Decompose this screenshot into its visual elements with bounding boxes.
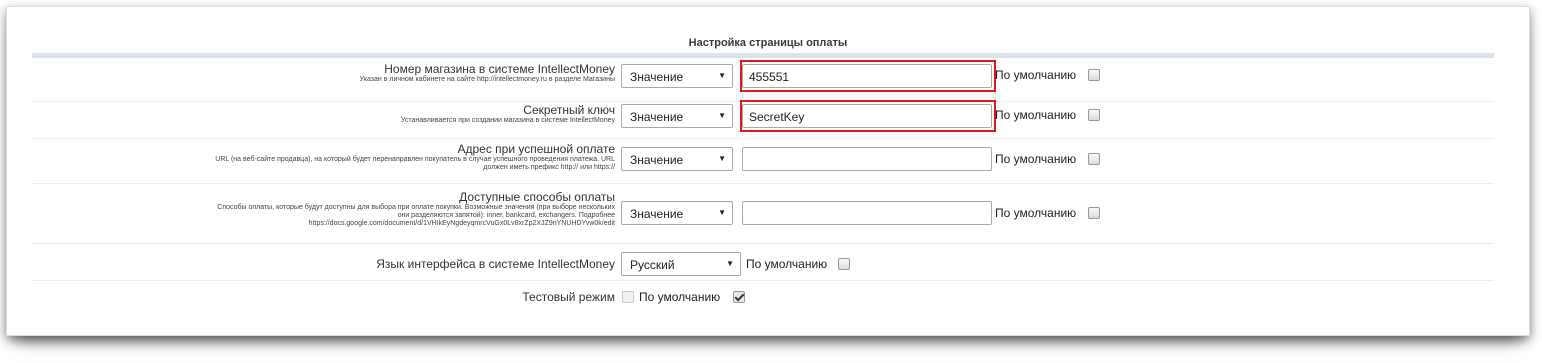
payment-methods-select[interactable]: Значение ▼ [621, 201, 733, 225]
section-title-divider [32, 53, 1494, 58]
secret-key-select-value: Значение [630, 110, 684, 124]
chevron-down-icon: ▼ [718, 71, 726, 80]
language-default-checkbox[interactable] [838, 258, 850, 270]
secret-key-select[interactable]: Значение ▼ [621, 104, 733, 128]
test-mode-label-block: Тестовый режим [522, 291, 615, 304]
shop-id-highlight-frame [740, 60, 996, 92]
secret-key-default-checkbox[interactable] [1088, 109, 1100, 121]
payment-methods-label-block: Доступные способы оплаты Способы оплаты,… [217, 191, 615, 228]
success-url-description-line-1: URL (на веб-сайте продавца), на который … [215, 156, 615, 163]
test-mode-checkbox[interactable] [622, 291, 634, 303]
section-title: Настройка страницы оплаты [688, 37, 848, 49]
row-divider [32, 280, 1494, 281]
test-mode-default-checkbox[interactable] [733, 291, 745, 303]
payment-methods-default-label: По умолчанию [995, 206, 1077, 220]
row-divider [32, 183, 1494, 184]
success-url-label-block: Адрес при успешной оплате URL (на веб-са… [215, 143, 615, 172]
language-label-block: Язык интерфейса в системе IntellectMoney [376, 258, 615, 271]
success-url-default-checkbox[interactable] [1088, 153, 1100, 165]
payment-methods-select-value: Значение [630, 207, 684, 221]
success-url-label: Адрес при успешной оплате [457, 142, 615, 156]
chevron-down-icon: ▼ [718, 208, 726, 217]
shop-id-description: Указан в личном кабинете на сайте http:/… [359, 76, 615, 83]
secret-key-highlight-frame [740, 100, 996, 132]
chevron-down-icon: ▼ [726, 259, 734, 268]
success-url-input[interactable] [742, 147, 992, 171]
language-select[interactable]: Русский ▼ [621, 252, 741, 276]
success-url-default-label: По умолчанию [995, 152, 1077, 166]
secret-key-label: Секретный ключ [523, 103, 615, 117]
payment-methods-description-line-1: Способы оплаты, которые будут доступны д… [217, 204, 615, 211]
language-default-label: По умолчанию [746, 257, 828, 271]
test-mode-default-label: По умолчанию [639, 290, 721, 304]
language-label: Язык интерфейса в системе IntellectMoney [376, 257, 615, 271]
success-url-select[interactable]: Значение ▼ [621, 147, 733, 171]
secret-key-label-block: Секретный ключ Устанавливается при созда… [401, 104, 615, 125]
chevron-down-icon: ▼ [718, 154, 726, 163]
secret-key-description: Устанавливается при создании магазина в … [400, 117, 615, 124]
shop-id-default-label: По умолчанию [995, 68, 1077, 82]
row-divider [32, 138, 1494, 139]
payment-methods-label: Доступные способы оплаты [459, 190, 615, 204]
chevron-down-icon: ▼ [718, 111, 726, 120]
shop-id-default-checkbox[interactable] [1088, 69, 1100, 81]
success-url-select-value: Значение [630, 153, 684, 167]
secret-key-default-label: По умолчанию [995, 108, 1077, 122]
shop-id-label: Номер магазина в системе IntellectMoney [384, 62, 615, 76]
payment-settings-panel: Настройка страницы оплаты Номер магазина… [6, 6, 1530, 336]
success-url-description-line-2: должен иметь префикс http:// или https:/… [483, 164, 615, 171]
payment-methods-description-line-3: https://docs.google.com/document/d/1VHIk… [308, 220, 615, 227]
payment-methods-input[interactable] [742, 201, 992, 225]
payment-methods-default-checkbox[interactable] [1088, 207, 1100, 219]
shop-id-select-value: Значение [630, 70, 684, 84]
test-mode-label: Тестовый режим [522, 290, 615, 304]
language-select-value: Русский [630, 258, 675, 272]
row-divider [32, 243, 1494, 244]
payment-methods-description-line-2: они разделяются запятой): inner, bankcar… [397, 212, 615, 219]
shop-id-select[interactable]: Значение ▼ [621, 64, 733, 88]
shop-id-label-block: Номер магазина в системе IntellectMoney … [360, 63, 615, 84]
